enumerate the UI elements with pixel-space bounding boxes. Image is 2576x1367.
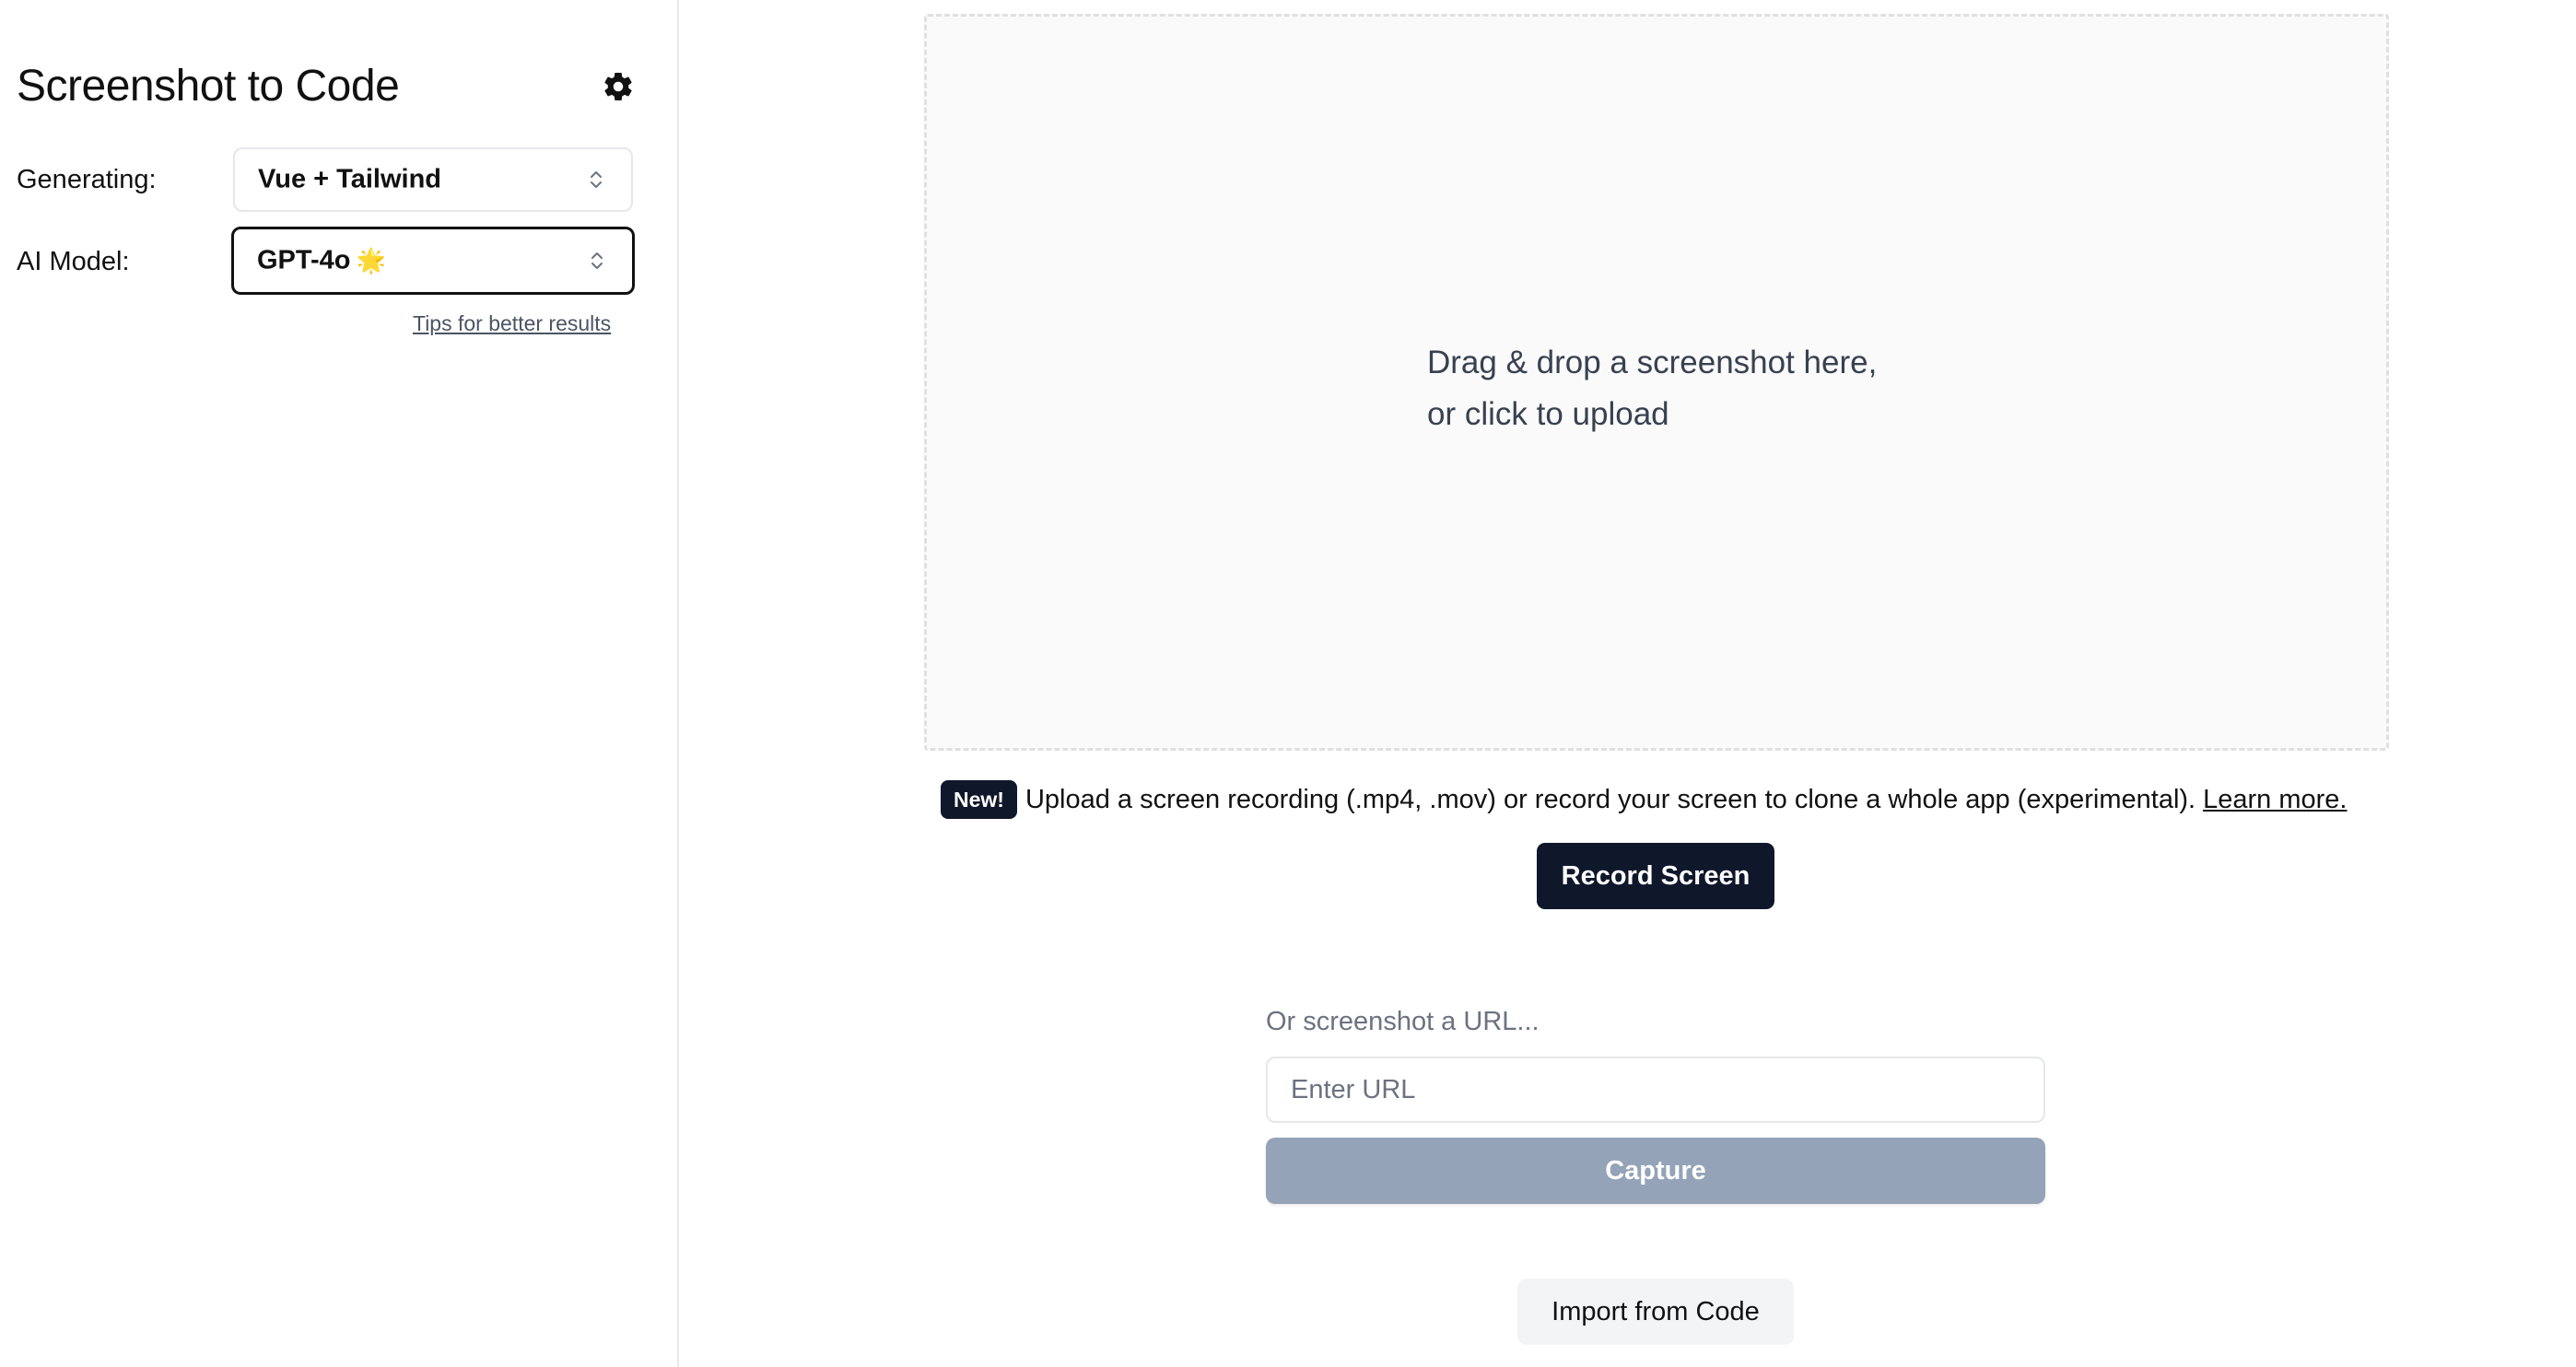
url-label: Or screenshot a URL... [1266, 1007, 1540, 1036]
import-from-code-button[interactable]: Import from Code [1517, 1279, 1794, 1345]
dropzone-line-2: or click to upload [1427, 396, 1669, 432]
generating-select-value: Vue + Tailwind [258, 164, 442, 194]
tips-link[interactable]: Tips for better results [413, 311, 611, 336]
app-root: Screenshot to Code Generating: Vue + Tai… [0, 0, 2576, 1367]
generating-select[interactable]: Vue + Tailwind [233, 147, 633, 212]
model-select[interactable]: GPT-4o 🌟 [231, 227, 635, 295]
chevron-up-down-icon [589, 169, 603, 191]
url-input[interactable] [1266, 1057, 2045, 1123]
capture-button[interactable]: Capture [1266, 1138, 2045, 1204]
app-title: Screenshot to Code [17, 62, 400, 111]
model-name: GPT-4o [257, 245, 351, 275]
record-screen-button[interactable]: Record Screen [1537, 843, 1774, 909]
sidebar: Screenshot to Code Generating: Vue + Tai… [0, 0, 679, 1367]
screenshot-dropzone[interactable]: Drag & drop a screenshot here, or click … [924, 14, 2389, 751]
model-emoji: 🌟 [356, 246, 386, 275]
dropzone-text: Drag & drop a screenshot here, or click … [1427, 337, 1877, 440]
new-badge: New! [941, 780, 1017, 819]
dropzone-line-1: Drag & drop a screenshot here, [1427, 345, 1878, 380]
settings-button[interactable] [602, 70, 635, 103]
screen-recording-notice: New! Upload a screen recording (.mp4, .m… [941, 779, 2347, 820]
model-select-value: GPT-4o 🌟 [257, 246, 386, 276]
generating-label: Generating: [17, 165, 157, 194]
gear-icon [604, 73, 632, 100]
chevron-up-down-icon [590, 250, 604, 272]
learn-more-link[interactable]: Learn more. [2203, 785, 2347, 815]
model-label: AI Model: [17, 247, 130, 276]
recording-description: Upload a screen recording (.mp4, .mov) o… [1025, 784, 2196, 814]
